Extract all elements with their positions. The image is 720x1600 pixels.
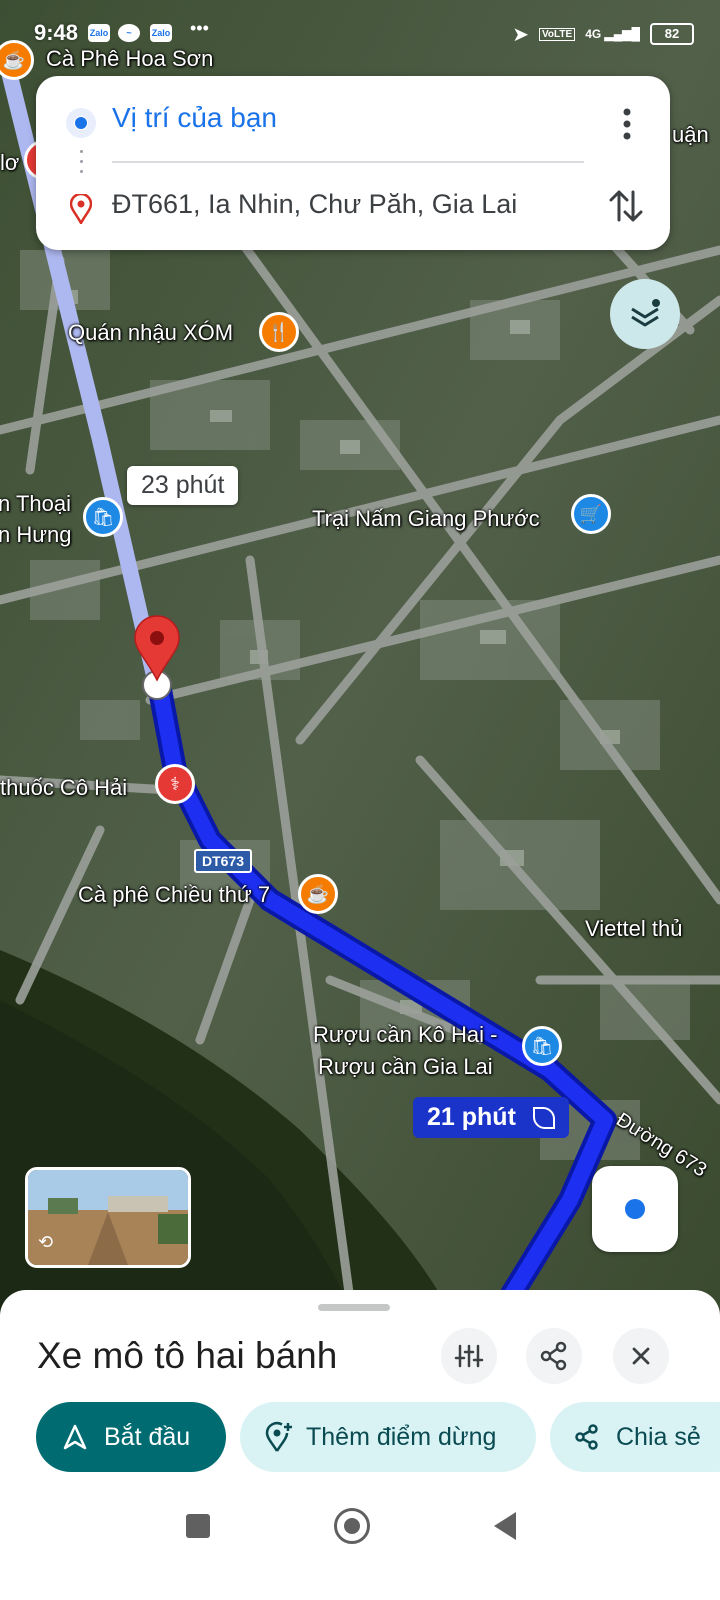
- more-options-button[interactable]: [612, 104, 642, 144]
- place-label[interactable]: Cà phê Chiều thứ 7: [78, 882, 270, 908]
- share-route-button[interactable]: [526, 1328, 582, 1384]
- shopping-bag-icon[interactable]: 🛍: [522, 1026, 562, 1066]
- place-label[interactable]: uận: [672, 122, 709, 148]
- route-options-button[interactable]: [441, 1328, 497, 1384]
- place-label[interactable]: Trại Nấm Giang Phước: [312, 506, 540, 532]
- signal-icon: 4G ▂▄▆█: [585, 27, 640, 41]
- place-label[interactable]: lơ: [0, 150, 19, 176]
- home-button[interactable]: [334, 1508, 370, 1544]
- place-label[interactable]: Quán nhậu XÓM: [68, 320, 233, 346]
- system-nav-bar: [0, 1490, 720, 1600]
- share-icon: [575, 1424, 598, 1450]
- add-stop-label: Thêm điểm dừng: [306, 1422, 497, 1451]
- road-shield: DT673: [194, 849, 253, 873]
- back-button[interactable]: [490, 1510, 520, 1542]
- swap-vert-icon: [609, 190, 643, 222]
- recents-button[interactable]: [186, 1514, 210, 1538]
- share-button[interactable]: Chia sẻ: [550, 1402, 720, 1472]
- add-stop-button[interactable]: Thêm điểm dừng: [240, 1402, 536, 1472]
- navigation-arrow-icon: [63, 1424, 87, 1450]
- restaurant-icon[interactable]: 🍴: [259, 312, 299, 352]
- place-label[interactable]: Rượu cần Kô Hai -: [313, 1022, 497, 1048]
- zalo-icon: Zalo: [150, 24, 172, 42]
- travel-mode-title: Xe mô tô hai bánh: [37, 1335, 338, 1376]
- layers-button[interactable]: [610, 279, 680, 349]
- status-bar: 9:48 Zalo ~ Zalo ••• ➤ VoLTE 4G ▂▄▆█ 82: [0, 0, 720, 60]
- start-navigation-button[interactable]: Bắt đầu: [36, 1402, 226, 1472]
- coffee-icon[interactable]: ☕: [298, 874, 338, 914]
- share-icon: [540, 1341, 567, 1371]
- more-vert-icon: [623, 108, 631, 140]
- place-label[interactable]: Rượu cần Gia Lai: [318, 1054, 493, 1080]
- place-label[interactable]: Viettel thủ: [585, 916, 682, 942]
- network-type: 4G: [585, 27, 602, 41]
- zalo-icon: Zalo: [88, 24, 110, 42]
- layers-icon: [631, 299, 660, 327]
- divider: [112, 161, 584, 163]
- pharmacy-icon[interactable]: ⚕: [155, 764, 195, 804]
- alt-route-time-label[interactable]: 23 phút: [127, 466, 239, 505]
- share-label: Chia sẻ: [616, 1422, 701, 1451]
- origin-field[interactable]: Vị trí của bạn: [112, 102, 277, 134]
- street-view-thumbnail[interactable]: ⟲: [25, 1167, 191, 1268]
- main-route-time-label[interactable]: 21 phút: [413, 1097, 569, 1138]
- drag-handle[interactable]: [318, 1304, 390, 1311]
- place-label[interactable]: n Hưng: [0, 522, 71, 548]
- status-time: 9:48: [34, 20, 79, 45]
- eco-leaf-icon: [532, 1107, 555, 1130]
- start-label: Bắt đầu: [104, 1422, 191, 1451]
- destination-pin-icon: [70, 194, 92, 224]
- directions-card: Vị trí của bạn ĐT661, Ia Nhin, Chư Păh, …: [36, 76, 670, 250]
- more-notifications-icon: •••: [190, 18, 209, 38]
- rotate-360-icon: ⟲: [38, 1232, 54, 1252]
- shopping-bag-icon[interactable]: 🛍: [83, 497, 123, 537]
- swap-button[interactable]: [606, 184, 646, 228]
- bottom-sheet: Xe mô tô hai bánh Bắt đầu Thêm điểm dừng…: [0, 1290, 720, 1600]
- close-button[interactable]: [613, 1328, 669, 1384]
- close-icon: [632, 1347, 650, 1365]
- volte-icon: VoLTE: [539, 27, 576, 41]
- add-location-icon: [265, 1421, 292, 1452]
- location-arrow-icon: ➤: [512, 23, 529, 46]
- route-time-text: 21 phút: [427, 1103, 516, 1131]
- battery-icon: 82: [650, 23, 694, 45]
- destination-field[interactable]: ĐT661, Ia Nhin, Chư Păh, Gia Lai: [112, 189, 517, 220]
- route-connector: [80, 150, 83, 180]
- my-location-button[interactable]: [592, 1166, 678, 1252]
- place-label[interactable]: n Thoại: [0, 491, 71, 517]
- messenger-icon: ~: [118, 24, 140, 42]
- origin-dot-icon: [66, 108, 96, 138]
- tune-icon: [454, 1344, 484, 1368]
- place-label[interactable]: thuốc Cô Hải: [0, 775, 127, 801]
- cart-icon[interactable]: 🛒: [571, 494, 611, 534]
